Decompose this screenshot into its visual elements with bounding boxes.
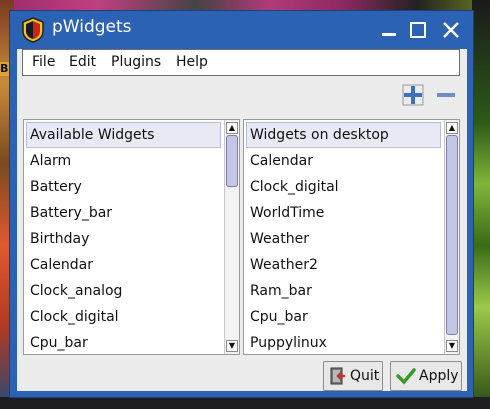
client-area: File Edit Plugins Help Available Widgets… [17,49,467,391]
apply-label: Apply [419,368,459,384]
list-item[interactable]: Battery_bar [30,205,112,221]
app-logo-icon [22,17,44,43]
menu-plugins[interactable]: Plugins [111,54,161,70]
scroll-up-icon[interactable]: ▲ [446,122,458,134]
desktop-right-strip [472,0,490,409]
list-item[interactable]: Battery [30,179,82,195]
minus-icon[interactable] [435,84,457,106]
list-item[interactable]: Cpu_bar [250,309,308,325]
scroll-thumb[interactable] [446,135,458,335]
list-item[interactable]: Calendar [30,257,93,273]
pwidgets-window: pWidgets File Edit Plugins Help Availabl… [9,10,474,398]
close-icon [443,22,459,38]
menu-file[interactable]: File [32,54,55,70]
list-item[interactable]: Calendar [250,153,313,169]
minimize-icon [382,33,396,36]
minimize-button[interactable] [378,19,400,41]
list-item[interactable]: Clock_digital [250,179,339,195]
list-item[interactable]: Weather2 [250,257,318,273]
available-widgets-list[interactable]: Available Widgets Alarm Battery Battery_… [23,119,240,355]
taskbar [0,397,490,409]
list-item[interactable]: Birthday [30,231,89,247]
menu-edit[interactable]: Edit [69,54,96,70]
scroll-up-icon[interactable]: ▲ [226,122,238,134]
list-item[interactable]: Ram_bar [250,283,312,299]
scroll-down-icon[interactable]: ▼ [446,340,458,352]
list-item[interactable]: Weather [250,231,309,247]
list-item[interactable]: Alarm [30,153,71,169]
available-scrollbar[interactable]: ▲ ▼ [224,120,239,354]
scroll-thumb[interactable] [226,135,238,187]
menubar: File Edit Plugins Help [22,49,460,76]
exit-door-icon [330,367,345,385]
scroll-down-icon[interactable]: ▼ [226,340,238,352]
plus-icon[interactable] [402,84,424,106]
list-item[interactable]: Cpu_bar [30,335,88,351]
list-item[interactable]: Clock_digital [30,309,119,325]
close-button[interactable] [440,19,462,41]
menu-help[interactable]: Help [176,54,208,70]
window-title: pWidgets [52,17,132,37]
available-widgets-header[interactable]: Available Widgets [26,122,221,148]
apply-button[interactable]: Apply [390,361,462,391]
list-item[interactable]: Puppylinux [250,335,327,351]
check-icon [396,368,416,385]
desktop-widgets-list[interactable]: Widgets on desktop Calendar Clock_digita… [243,119,460,355]
quit-button[interactable]: Quit [323,361,383,391]
maximize-icon [410,22,426,38]
list-item[interactable]: WorldTime [250,205,324,221]
list-item[interactable]: Clock_analog [30,283,122,299]
desktop-widgets-header[interactable]: Widgets on desktop [246,122,441,148]
maximize-button[interactable] [407,19,429,41]
desktop-scrollbar[interactable]: ▲ ▼ [444,120,459,354]
titlebar[interactable]: pWidgets [10,11,473,49]
quit-label: Quit [350,368,380,384]
